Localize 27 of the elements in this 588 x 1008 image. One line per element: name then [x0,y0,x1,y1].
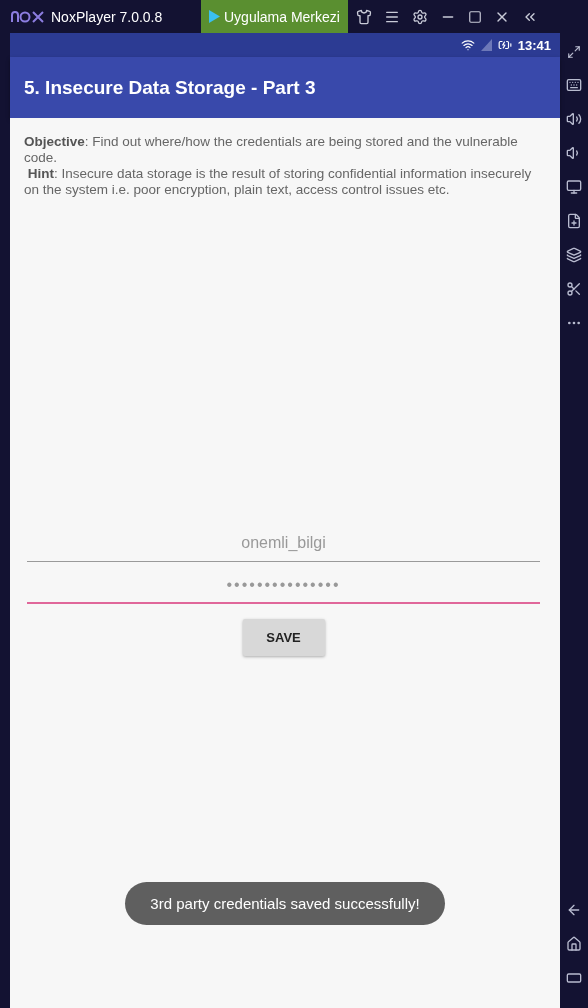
save-button[interactable]: SAVE [242,619,325,656]
description-text: Objective: Find out where/how the credentials are being stored and the vulnerable code. Hint: Insecure data storage is the result of storing confidential information insecurely on the system i.e. poor encryption, plain text, access control issues etc. [24,134,533,198]
maximize-icon[interactable] [467,9,482,24]
battery-icon [497,38,512,52]
logo-icon [11,10,45,23]
layers-icon[interactable] [566,247,582,263]
screen-title: 5. Insecure Data Storage - Part 3 [24,76,316,99]
screen-icon[interactable] [566,179,582,195]
settings-icon[interactable] [411,8,428,25]
password-field[interactable]: ••••••••••••••• [27,562,540,604]
app-center-button[interactable]: Uygulama Merkezi [201,0,348,33]
recents-icon[interactable] [566,970,582,986]
expand-icon[interactable] [567,45,581,59]
keyboard-icon[interactable] [566,77,582,93]
clock: 13:41 [517,37,551,53]
add-file-icon[interactable] [566,213,582,229]
volume-up-icon[interactable] [566,111,582,127]
play-icon [209,10,220,23]
window-title: NoxPlayer 7.0.0.8 [51,8,164,25]
username-field[interactable]: onemli_bilgi [27,520,540,562]
scissors-icon[interactable] [566,281,582,297]
shirt-icon[interactable] [355,8,372,25]
signal-icon [480,39,492,51]
home-icon[interactable] [566,936,582,952]
toast-message: 3rd party credentials saved successfully! [125,882,445,925]
wifi-icon [460,38,475,52]
back-icon[interactable] [566,902,582,918]
